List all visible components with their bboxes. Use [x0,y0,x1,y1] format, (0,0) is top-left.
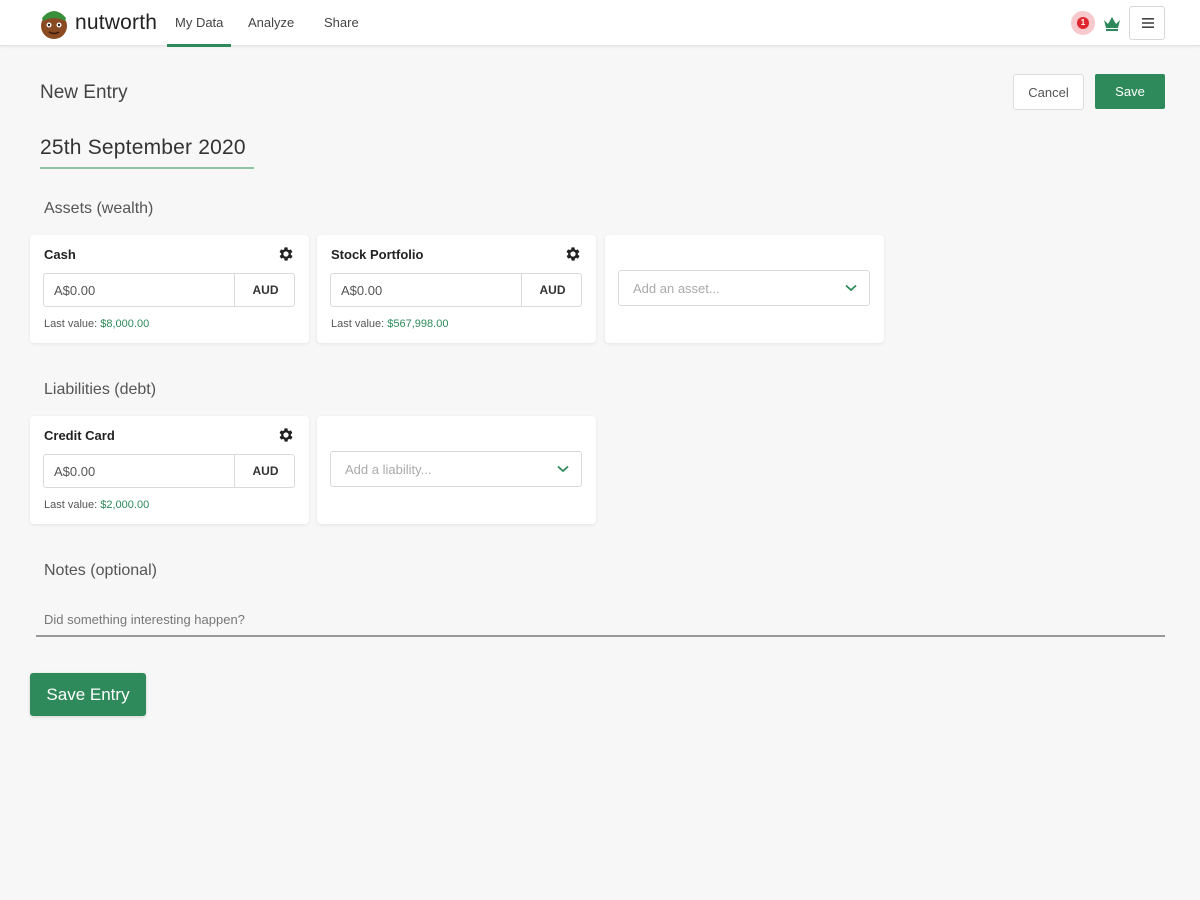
add-asset-card: Add an asset... [605,235,884,343]
nutworth-logo-icon[interactable] [38,6,70,40]
notes-section-title: Notes (optional) [44,562,157,579]
last-value: Last value: $2,000.00 [44,499,149,511]
liability-card-credit-card: Credit Card AUD Last value: $2,000.00 [30,416,309,524]
asset-card-cash: Cash AUD Last value: $8,000.00 [30,235,309,343]
hamburger-menu-button[interactable] [1129,6,1165,40]
save-button[interactable]: Save [1095,74,1165,109]
last-value: Last value: $8,000.00 [44,318,149,330]
last-value-label: Last value: [44,318,98,330]
last-value-amount: $567,998.00 [387,318,449,330]
gear-icon[interactable] [564,245,582,263]
notification-count: 1 [1077,17,1089,29]
page-title: New Entry [40,82,128,103]
add-liability-card: Add a liability... [317,416,596,524]
currency-label: AUD [252,464,279,478]
brand-name[interactable]: nutworth [75,11,157,35]
last-value-label: Last value: [44,499,98,511]
add-asset-placeholder: Add an asset... [633,281,720,296]
last-value-label: Last value: [331,318,385,330]
last-value-amount: $8,000.00 [100,318,150,330]
add-liability-select[interactable]: Add a liability... [330,451,582,487]
liability-name: Credit Card [44,428,115,443]
top-navbar: nutworth My Data Analyze Share 1 [0,0,1200,47]
add-asset-select[interactable]: Add an asset... [618,270,870,306]
amount-input-group: AUD [330,273,582,307]
last-value: Last value: $567,998.00 [331,318,448,330]
asset-name: Cash [44,247,76,262]
chevron-down-icon [557,465,569,473]
amount-input-group: AUD [43,273,295,307]
cancel-button[interactable]: Cancel [1013,74,1084,110]
currency-label: AUD [252,283,279,297]
amount-input-group: AUD [43,454,295,488]
notes-input[interactable] [36,603,1165,637]
amount-input[interactable] [44,455,235,487]
tab-analyze[interactable]: Analyze [248,15,294,30]
amount-input[interactable] [44,274,235,306]
currency-label: AUD [539,283,566,297]
last-value-amount: $2,000.00 [100,499,150,511]
notification-badge[interactable]: 1 [1071,11,1095,35]
liabilities-section-title: Liabilities (debt) [44,381,157,398]
save-entry-button[interactable]: Save Entry [30,673,146,716]
add-liability-placeholder: Add a liability... [345,462,432,477]
tab-my-data[interactable]: My Data [166,15,232,47]
amount-input[interactable] [331,274,522,306]
assets-section-title: Assets (wealth) [44,200,154,217]
hamburger-menu-icon [1142,18,1154,28]
crown-icon[interactable] [1102,14,1122,32]
gear-icon[interactable] [277,245,295,263]
asset-name: Stock Portfolio [331,247,424,262]
gear-icon[interactable] [277,426,295,444]
chevron-down-icon [845,284,857,292]
entry-date-field[interactable]: 25th September 2020 [40,135,254,169]
tab-share[interactable]: Share [324,15,359,30]
asset-card-stock-portfolio: Stock Portfolio AUD Last value: $567,998… [317,235,596,343]
